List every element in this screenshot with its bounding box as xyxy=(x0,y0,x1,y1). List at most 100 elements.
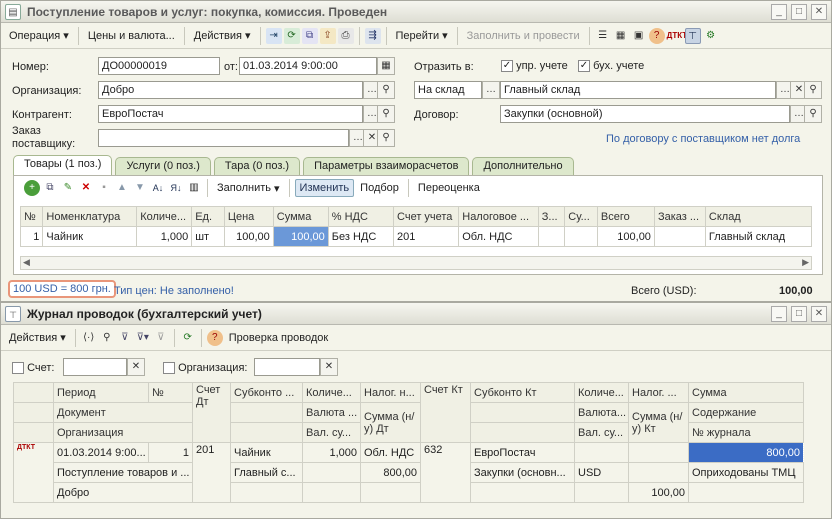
date-field[interactable]: 01.03.2014 9:00:00 xyxy=(239,57,377,75)
form-icon[interactable]: ▣ xyxy=(631,28,647,44)
col-vat[interactable]: % НДС xyxy=(327,206,395,227)
table-icon[interactable]: ▦ xyxy=(613,28,629,44)
order-field[interactable] xyxy=(98,129,349,147)
journal-maximize-button[interactable]: □ xyxy=(791,305,807,322)
cell-qty-kt[interactable] xyxy=(574,442,629,463)
move-down-icon[interactable]: ▼ xyxy=(132,180,148,196)
scroll-right-icon[interactable]: ▶ xyxy=(802,257,809,268)
cell-period[interactable]: 01.03.2014 9:00... xyxy=(53,442,149,463)
col-currency-kt[interactable]: Валюта... xyxy=(574,402,629,423)
col-subconto-kt[interactable]: Субконто Кт xyxy=(470,382,575,403)
change-button[interactable]: Изменить xyxy=(294,179,355,197)
table-row[interactable]: Добро 100,00 xyxy=(14,482,804,503)
cell-subconto-dt[interactable]: Чайник xyxy=(230,442,303,463)
cell-total[interactable]: 100,00 xyxy=(596,226,655,247)
col-sum-nu-dt[interactable]: Сумма (н/у) Дт xyxy=(360,402,421,443)
tab-containers[interactable]: Тара (0 поз.) xyxy=(213,157,301,175)
org-filter-clear-icon[interactable]: ✕ xyxy=(320,358,338,376)
journal-close-button[interactable]: ✕ xyxy=(811,305,827,322)
mgmt-checkbox[interactable]: ✓ упр. учете xyxy=(501,60,568,73)
cell-cur-sum-dt[interactable] xyxy=(302,482,361,503)
tab-additional[interactable]: Дополнительно xyxy=(472,157,574,175)
cell-content[interactable]: Оприходованы ТМЦ xyxy=(688,462,804,483)
post-icon[interactable]: ⇥ xyxy=(265,27,282,44)
col-organization[interactable]: Организация xyxy=(53,422,193,443)
close-button[interactable]: ✕ xyxy=(811,3,827,20)
goto-menu[interactable]: Перейти ▾ xyxy=(392,27,452,44)
account-filter-field[interactable] xyxy=(63,358,127,376)
col-number[interactable]: № xyxy=(19,206,44,227)
cell-sum[interactable]: 800,00 xyxy=(688,442,804,463)
cell-su[interactable] xyxy=(564,226,598,247)
col-document[interactable]: Документ xyxy=(53,402,193,423)
minimize-button[interactable]: _ xyxy=(771,3,787,20)
col-cur-sum-dt[interactable]: Вал. су... xyxy=(302,422,361,443)
tab-settlement-params[interactable]: Параметры взаиморасчетов xyxy=(303,157,470,175)
refresh-icon[interactable]: ⟳ xyxy=(283,27,300,44)
fill-menu[interactable]: Заполнить ▾ xyxy=(213,180,284,197)
cell-tax-dt[interactable]: Обл. НДС xyxy=(360,442,421,463)
col-sum-nu-kt[interactable]: Сумма (н/у) Кт xyxy=(628,402,689,443)
cell-document[interactable]: Поступление товаров и ... xyxy=(53,462,193,483)
col-account-kt[interactable]: Счет Кт xyxy=(420,382,471,443)
col-content[interactable]: Содержание xyxy=(688,402,804,423)
account-filter-clear-icon[interactable]: ✕ xyxy=(127,358,145,376)
help-icon[interactable]: ? xyxy=(648,27,665,44)
cell-unit[interactable]: шт xyxy=(191,226,225,247)
col-unit[interactable]: Ед. xyxy=(191,206,225,227)
price-type-link[interactable]: Тип цен: Не заполнено! xyxy=(114,285,234,297)
prices-button[interactable]: Цены и валюта... xyxy=(84,28,179,44)
print-icon[interactable]: ⎙ xyxy=(337,27,354,44)
calendar-button[interactable]: ▦ xyxy=(377,57,395,75)
edit-icon[interactable]: ✎ xyxy=(60,180,76,196)
journal-toggle-icon[interactable]: ⊤ xyxy=(684,27,701,44)
dt-kt-icon[interactable]: ДТКТ xyxy=(667,28,688,44)
cell-vat[interactable]: Без НДС xyxy=(327,226,395,247)
cell-qty[interactable]: 1,000 xyxy=(136,226,193,247)
cell-organization[interactable]: Добро xyxy=(53,482,193,503)
check-entries-button[interactable]: Проверка проводок xyxy=(225,330,332,346)
contract-search-icon[interactable]: ⚲ xyxy=(804,105,822,123)
col-cur-sum-kt[interactable]: Вал. су... xyxy=(574,422,629,443)
col-sum[interactable]: Сумма xyxy=(272,206,329,227)
cell-item[interactable]: Чайник xyxy=(42,226,138,247)
delete-icon[interactable]: ✕ xyxy=(78,180,94,196)
structure-icon[interactable]: ⇶ xyxy=(364,27,381,44)
col-qty-dt[interactable]: Количе... xyxy=(302,382,361,403)
cell-sum-nu-dt[interactable]: 800,00 xyxy=(360,462,421,483)
cell-entry-number[interactable]: 1 xyxy=(148,442,193,463)
copy-icon[interactable]: ⧉ xyxy=(301,27,318,44)
col-tax-kt[interactable]: Налог. ... xyxy=(628,382,689,403)
cell-subconto-kt[interactable]: ЕвроПостач xyxy=(470,442,575,463)
cell-account-kt[interactable]: 632 xyxy=(420,442,471,503)
journal-actions-menu[interactable]: Действия ▾ xyxy=(5,329,70,346)
col-su[interactable]: Су... xyxy=(564,206,598,227)
table-row[interactable]: ДТКТ 01.03.2014 9:00... 1 201 Чайник 1,0… xyxy=(13,442,804,503)
scroll-left-icon[interactable]: ◀ xyxy=(23,257,30,268)
period-icon[interactable]: ⟨·⟩ xyxy=(81,330,97,346)
org-field[interactable]: Добро xyxy=(98,81,363,99)
col-qty-kt[interactable]: Количе... xyxy=(574,382,629,403)
col-account-dt[interactable]: Счет Дт xyxy=(192,382,231,443)
table-row[interactable]: Поступление товаров и ... Главный с... 8… xyxy=(14,462,804,483)
org-search-icon[interactable]: ⚲ xyxy=(377,81,395,99)
cell-subconto-kt-2[interactable]: Закупки (основн... xyxy=(470,462,575,483)
col-period[interactable]: Период xyxy=(53,382,149,403)
add-icon[interactable]: + xyxy=(24,180,40,196)
cell-tax[interactable]: Обл. НДС xyxy=(458,226,539,247)
warehouse-field[interactable]: Главный склад xyxy=(500,81,776,99)
cell-order[interactable] xyxy=(653,226,706,247)
cell-account[interactable]: 201 xyxy=(393,226,460,247)
cell-price[interactable]: 100,00 xyxy=(223,226,274,247)
col-order[interactable]: Заказ ... xyxy=(653,206,706,227)
number-field[interactable]: ДО00000019 xyxy=(98,57,220,75)
journal-help-icon[interactable]: ? xyxy=(206,329,223,346)
acct-checkbox[interactable]: ✓ бух. учете xyxy=(578,60,644,73)
col-price[interactable]: Цена xyxy=(223,206,274,227)
filter-icon[interactable]: ⊽ xyxy=(117,330,133,346)
sort-desc-icon[interactable]: Я↓ xyxy=(168,180,184,196)
col-sum[interactable]: Сумма xyxy=(688,382,804,403)
cell-sum[interactable]: 100,00 xyxy=(272,226,329,247)
col-currency-dt[interactable]: Валюта ... xyxy=(302,402,361,423)
operation-menu[interactable]: Операция ▾ xyxy=(5,27,73,44)
